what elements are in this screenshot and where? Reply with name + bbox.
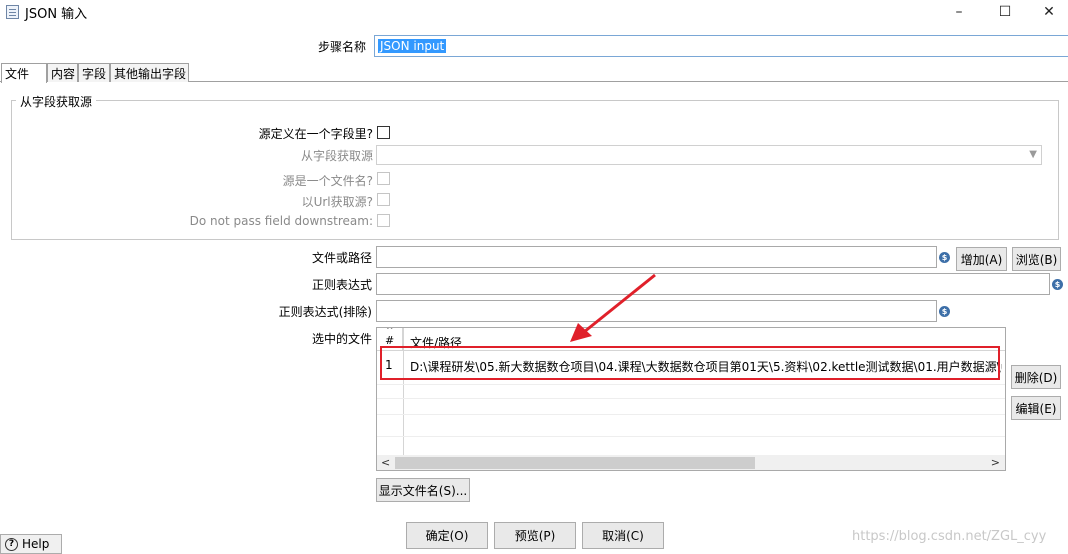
highlight-box	[380, 346, 1000, 380]
delete-button[interactable]: 删除(D)	[1011, 365, 1061, 389]
row-divider	[377, 414, 1005, 415]
chevron-down-icon: ▼	[1029, 149, 1037, 160]
horizontal-scrollbar[interactable]: < >	[377, 455, 1005, 470]
do-not-pass-field-checkbox[interactable]	[377, 214, 390, 227]
tab-content[interactable]: 内容	[47, 63, 78, 82]
read-from-url-checkbox[interactable]	[377, 193, 390, 206]
edit-button[interactable]: 编辑(E)	[1011, 396, 1061, 420]
row-divider	[377, 436, 1005, 437]
regex-input[interactable]	[376, 273, 1050, 295]
chevron-left-icon[interactable]: <	[381, 456, 390, 469]
window-title: JSON 输入	[25, 7, 88, 22]
row-divider	[377, 398, 1005, 399]
browse-button[interactable]: 浏览(B)	[1012, 247, 1061, 271]
tab-fields[interactable]: 字段	[78, 63, 110, 82]
title-bar: JSON 输入 – ☐ ✕	[0, 0, 1068, 24]
help-label: Help	[22, 537, 50, 551]
file-or-dir-label: 文件或路径	[311, 251, 372, 265]
ok-button[interactable]: 确定(O)	[406, 522, 488, 549]
minimize-button[interactable]: –	[936, 0, 982, 24]
variable-icon: $	[1052, 279, 1063, 290]
selected-files-label: 选中的文件	[311, 332, 372, 346]
variable-icon: $	[939, 252, 950, 263]
preview-button[interactable]: 预览(P)	[494, 522, 576, 549]
source-group-title: 从字段获取源	[16, 93, 97, 110]
app-icon	[6, 5, 19, 19]
close-button[interactable]: ✕	[1026, 0, 1068, 24]
step-name-value: JSON input	[378, 39, 447, 53]
show-filenames-button[interactable]: 显示文件名(S)...	[376, 478, 470, 502]
add-button[interactable]: 增加(A)	[956, 247, 1007, 271]
step-name-input[interactable]: JSON input	[374, 35, 1068, 57]
source-in-field-label: 源定义在一个字段里?	[258, 127, 373, 141]
do-not-pass-field-label: Do not pass field downstream:	[189, 214, 373, 228]
source-field-select[interactable]: ▼	[376, 145, 1042, 165]
cancel-button[interactable]: 取消(C)	[582, 522, 664, 549]
chevron-right-icon[interactable]: >	[991, 456, 1000, 469]
help-icon: ?	[5, 537, 18, 551]
row-divider	[377, 384, 1005, 385]
regex-exclude-label: 正则表达式(排除)	[278, 305, 372, 319]
read-from-url-label: 以Url获取源?	[301, 195, 373, 209]
step-name-label: 步骤名称	[318, 40, 367, 54]
source-is-filename-checkbox[interactable]	[377, 172, 390, 185]
scrollbar-thumb[interactable]	[395, 457, 755, 469]
tab-file[interactable]: 文件	[1, 63, 47, 83]
annotation-arrow	[570, 273, 656, 342]
source-in-field-checkbox[interactable]	[377, 126, 390, 139]
maximize-button[interactable]: ☐	[982, 0, 1028, 24]
watermark: https://blog.csdn.net/ZGL_cyy	[852, 529, 1047, 544]
help-button[interactable]: ? Help	[0, 534, 62, 554]
get-source-from-field-label: 从字段获取源	[300, 149, 373, 163]
regex-label: 正则表达式	[311, 278, 372, 292]
tab-additional-output-fields[interactable]: 其他输出字段	[110, 63, 189, 82]
source-is-filename-label: 源是一个文件名?	[282, 174, 373, 188]
file-or-dir-input[interactable]	[376, 246, 937, 268]
variable-icon: $	[939, 306, 950, 317]
